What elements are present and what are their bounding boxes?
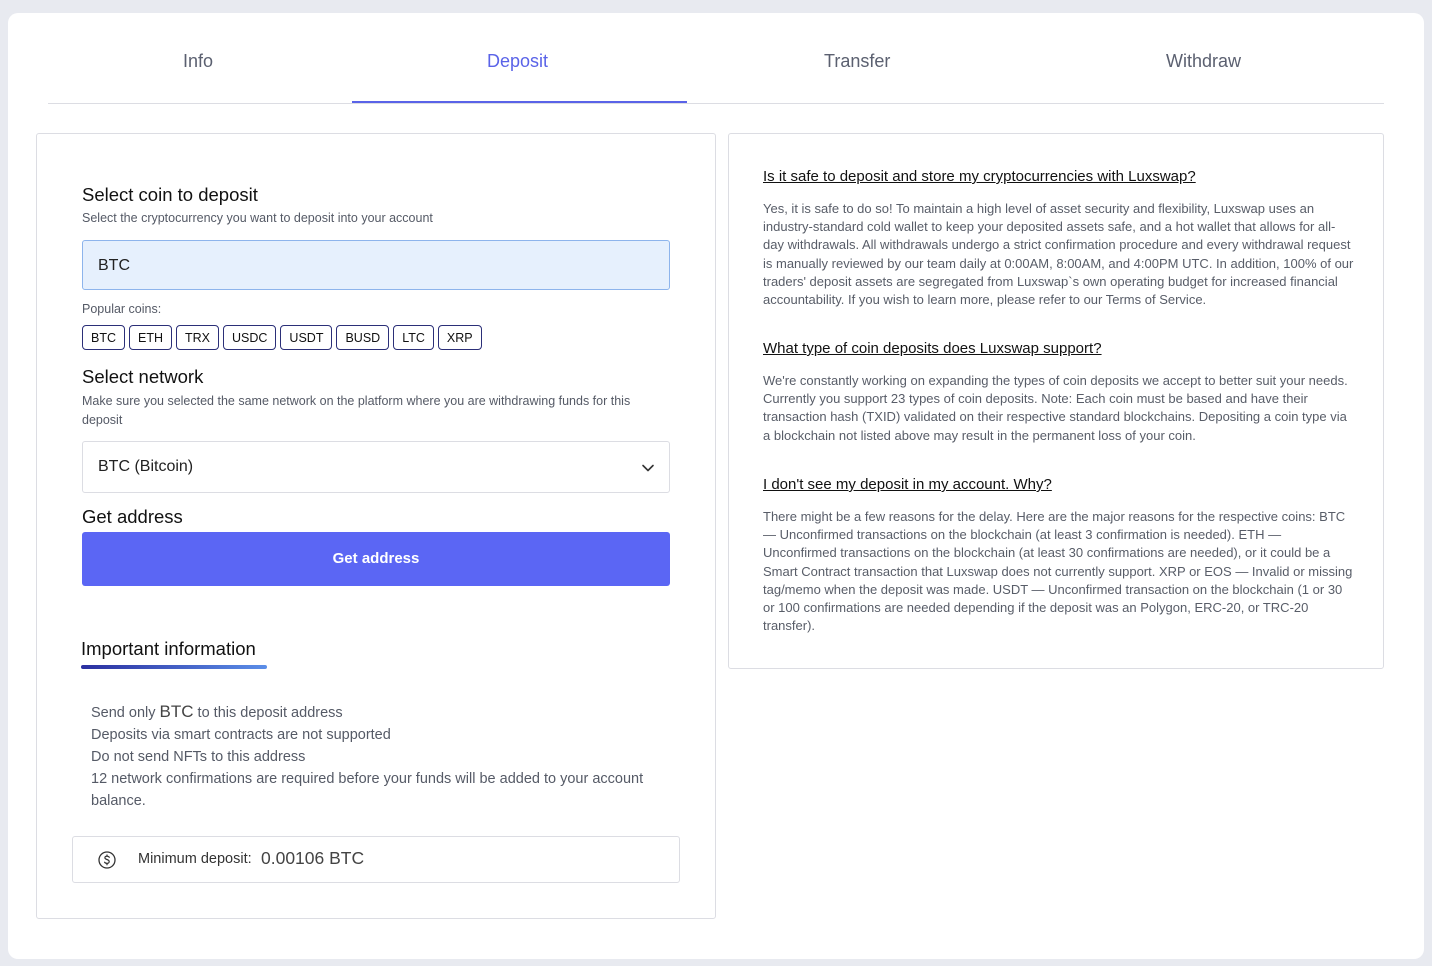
tab-transfer[interactable]: Transfer — [824, 51, 890, 72]
coin-chip-eth[interactable]: ETH — [129, 325, 172, 350]
line1-coin: BTC — [159, 702, 194, 721]
active-tab-indicator — [352, 101, 687, 103]
chevron-down-icon — [642, 464, 654, 472]
coin-chip-usdc[interactable]: USDC — [223, 325, 277, 350]
faq-answer-3: There might be a few reasons for the del… — [763, 509, 1353, 634]
coin-chip-btc[interactable]: BTC — [82, 325, 125, 350]
faq-question-1[interactable]: Is it safe to deposit and store my crypt… — [763, 168, 1196, 185]
tab-bar: Info Deposit Transfer Withdraw — [48, 13, 1384, 104]
select-network-title: Select network — [82, 366, 204, 387]
network-select[interactable]: BTC (Bitcoin) — [82, 441, 670, 493]
popular-coins-label: Popular coins: — [82, 302, 162, 316]
network-select-value: BTC (Bitcoin) — [98, 458, 194, 475]
coin-chip-ltc[interactable]: LTC — [393, 325, 434, 350]
minimum-deposit-box: Minimum deposit: 0.00106 BTC — [72, 836, 680, 883]
deposit-card: Info Deposit Transfer Withdraw Select co… — [8, 13, 1424, 959]
important-info-list: Send only BTC to this deposit address De… — [91, 701, 681, 812]
faq-answer-2: We're constantly working on expanding th… — [763, 373, 1348, 443]
get-address-button[interactable]: Get address — [82, 532, 670, 586]
deposit-form-panel: Select coin to deposit Select the crypto… — [36, 133, 716, 919]
popular-coins: BTC ETH TRX USDC USDT BUSD LTC XRP — [82, 325, 482, 350]
important-info-underline — [81, 665, 267, 669]
minimum-deposit-label: Minimum deposit: — [138, 851, 252, 867]
important-line-3: Do not send NFTs to this address — [91, 749, 306, 765]
line1-prefix: Send only — [91, 705, 160, 721]
faq-question-2[interactable]: What type of coin deposits does Luxswap … — [763, 340, 1102, 357]
minimum-deposit-value: 0.00106 BTC — [261, 848, 365, 868]
get-address-title: Get address — [82, 506, 183, 527]
important-line-1: Send only BTC to this deposit address — [91, 701, 681, 724]
important-info-title: Important information — [81, 638, 256, 659]
dollar-circle-icon — [98, 851, 116, 869]
important-line-4: 12 network confirmations are required be… — [91, 771, 644, 809]
faq-panel: Is it safe to deposit and store my crypt… — [728, 133, 1384, 669]
coin-chip-busd[interactable]: BUSD — [336, 325, 390, 350]
faq-answer-1: Yes, it is safe to do so! To maintain a … — [763, 201, 1354, 308]
tab-withdraw[interactable]: Withdraw — [1166, 51, 1241, 72]
tab-info[interactable]: Info — [183, 51, 213, 72]
select-coin-title: Select coin to deposit — [82, 184, 258, 205]
coin-chip-xrp[interactable]: XRP — [437, 325, 482, 350]
important-line-2: Deposits via smart contracts are not sup… — [91, 727, 391, 743]
faq-question-3[interactable]: I don't see my deposit in my account. Wh… — [763, 476, 1052, 493]
coin-search-input[interactable]: BTC — [82, 240, 670, 290]
coin-chip-usdt[interactable]: USDT — [280, 325, 333, 350]
select-network-subtitle: Make sure you selected the same network … — [82, 394, 631, 427]
select-coin-subtitle: Select the cryptocurrency you want to de… — [82, 211, 433, 225]
line1-suffix: to this deposit address — [193, 705, 343, 721]
coin-chip-trx[interactable]: TRX — [176, 325, 219, 350]
tab-deposit[interactable]: Deposit — [487, 51, 548, 72]
